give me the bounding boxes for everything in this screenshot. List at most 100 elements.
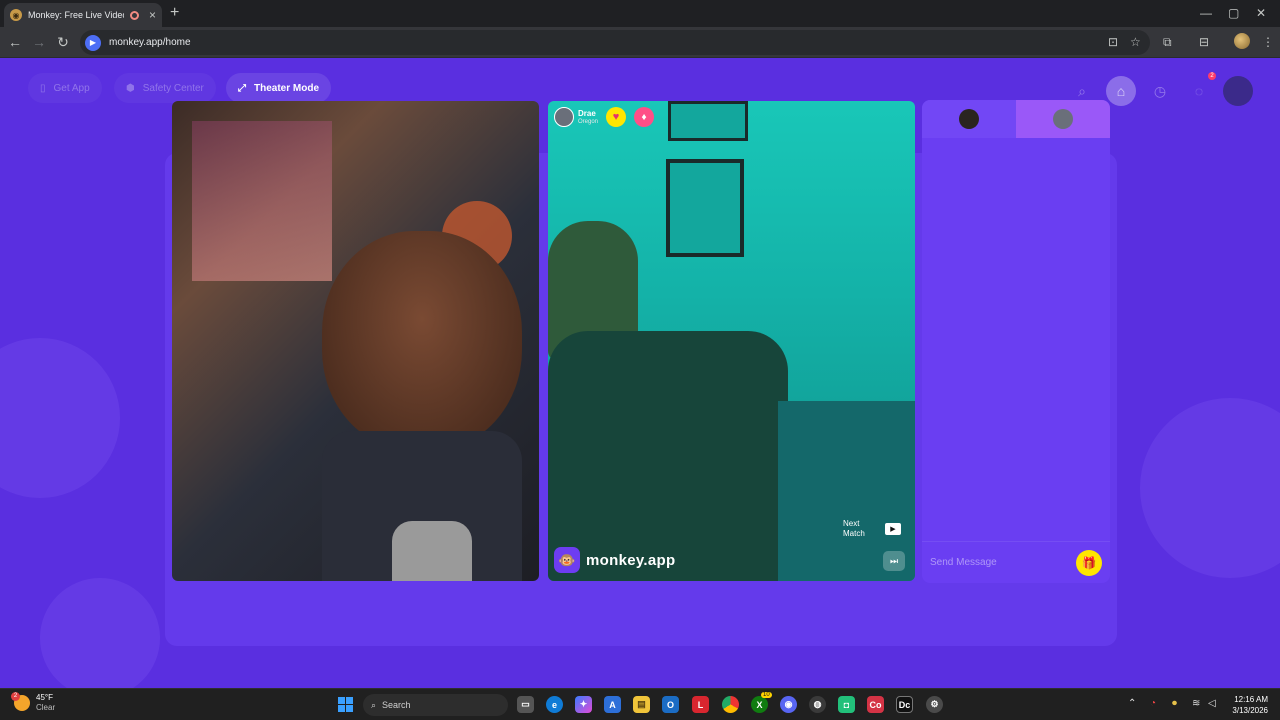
profile-avatar[interactable] — [1234, 33, 1250, 49]
close-window-button[interactable]: ✕ — [1256, 6, 1266, 20]
xbox-badge: 10 — [761, 692, 772, 698]
microphone-icon[interactable]: ⏺ — [1172, 697, 1177, 711]
weather-temp: 45°F — [36, 693, 53, 702]
expand-icon: ⤢ — [238, 82, 246, 94]
chat-panel: Send Message 🎁 — [922, 100, 1110, 583]
reload-icon[interactable]: ↻ — [54, 33, 72, 51]
weather-badge: 2 — [11, 692, 20, 701]
browser-menu-icon[interactable]: ⋮ — [1262, 35, 1274, 49]
brand-label: monkey.app — [586, 551, 676, 569]
edge-icon[interactable]: e — [546, 696, 563, 713]
monkey-watermark: 🐵 monkey.app — [554, 547, 675, 573]
taskbar-search-label: Search — [382, 700, 411, 710]
person-face — [322, 231, 522, 451]
theater-mode-label: Theater Mode — [254, 82, 320, 94]
xbox-icon[interactable]: X — [751, 696, 768, 713]
match-avatar — [1053, 109, 1073, 129]
tab-search-icon[interactable]: ⊟ — [1199, 35, 1209, 49]
task-view-icon[interactable]: ▭ — [517, 696, 534, 713]
browser-tab-strip: ◉ Monkey: Free Live Video Ch × + — ▢ ✕ — [0, 0, 1280, 27]
clock-date: 3/13/2026 — [1232, 706, 1268, 715]
restore-button[interactable]: ▢ — [1228, 6, 1239, 20]
start-button[interactable] — [338, 697, 353, 712]
install-app-icon[interactable]: ⊡ — [1108, 35, 1118, 49]
volume-icon[interactable]: ◁ — [1208, 697, 1216, 711]
address-bar[interactable]: ▶ monkey.app/home — [80, 30, 1150, 55]
match-user-name: Drae — [578, 108, 596, 118]
url-text: monkey.app/home — [109, 37, 191, 48]
copilot-icon[interactable]: ✦ — [575, 696, 592, 713]
tray-overflow-icon[interactable]: ⌃ — [1128, 697, 1136, 711]
system-clock[interactable]: 12:16 AM 3/13/2026 — [1226, 694, 1268, 716]
home-icon[interactable]: ⌂ — [1106, 76, 1136, 106]
send-message-input[interactable]: Send Message — [930, 557, 1076, 568]
app-l-icon[interactable]: L — [692, 696, 709, 713]
forward-icon[interactable]: → — [30, 33, 48, 51]
theater-mode-button[interactable]: ⤢ Theater Mode — [226, 73, 332, 103]
obs-icon[interactable]: ◍ — [809, 696, 826, 713]
chat-app-icon[interactable]: ◘ — [838, 696, 855, 713]
settings-gear-icon[interactable]: ⚙ — [926, 696, 943, 713]
wall-frame — [666, 159, 744, 257]
get-app-label: Get App — [53, 82, 90, 94]
chat-tab-self[interactable] — [922, 100, 1016, 138]
recording-icon — [129, 10, 139, 20]
windows-taskbar: 2 45°F Clear ⌕ Search ▭ e ✦ A ▤ O L X 10… — [0, 688, 1280, 720]
heart-icon[interactable]: ♥ — [606, 107, 627, 127]
tab-close-icon[interactable]: × — [149, 9, 156, 21]
new-tab-button[interactable]: + — [170, 5, 179, 21]
davinci-icon[interactable]: Dc — [896, 696, 913, 713]
play-icon: ▶ — [885, 523, 901, 535]
background-blob — [40, 578, 160, 688]
match-user-info[interactable]: Drae Oregon ♥ ♦ — [554, 107, 655, 127]
next-match-label: Next Match — [843, 519, 865, 538]
wifi-icon[interactable]: ≋ — [1192, 697, 1200, 711]
weather-widget[interactable]: 2 45°F Clear — [11, 692, 55, 713]
get-app-button[interactable]: ▯ Get App — [28, 73, 102, 103]
gift-icon[interactable]: 🎁 — [1076, 549, 1102, 576]
extensions-icon[interactable]: ⧉ — [1163, 35, 1172, 49]
wall-frame — [668, 101, 748, 141]
user-avatar[interactable] — [1223, 76, 1253, 106]
chat-tab-match[interactable] — [1016, 100, 1110, 138]
back-icon[interactable]: ← — [6, 33, 24, 51]
clock-time: 12:16 AM — [1234, 695, 1268, 704]
match-user-location: Oregon — [578, 118, 599, 125]
discord-icon[interactable]: ◉ — [780, 696, 797, 713]
phone-icon: ▯ — [40, 82, 46, 94]
self-video — [172, 101, 539, 581]
browser-tab[interactable]: ◉ Monkey: Free Live Video Ch × — [4, 3, 162, 27]
chrome-icon[interactable] — [722, 696, 739, 713]
next-match-button[interactable]: Next Match ▶ — [843, 519, 901, 539]
match-user-avatar — [554, 107, 574, 127]
person-body — [548, 331, 788, 581]
history-icon[interactable]: ◷ — [1145, 76, 1175, 106]
file-explorer-icon[interactable]: ▤ — [633, 696, 650, 713]
monkey-logo-icon: 🐵 — [554, 547, 580, 573]
safety-center-label: Safety Center — [142, 82, 204, 94]
browser-toolbar: ← → ↻ ▶ monkey.app/home ⊡ ☆ ⧉ ⊟ ⋮ — [0, 27, 1280, 58]
poster-artwork — [192, 121, 332, 281]
messages-icon[interactable]: ◌ — [1184, 76, 1214, 106]
tray-app-icon[interactable]: ◔ — [1150, 697, 1156, 711]
outlook-icon[interactable]: O — [662, 696, 679, 713]
weather-sun-icon: 2 — [11, 692, 30, 711]
chat-tabs — [922, 100, 1110, 138]
minimize-button[interactable]: — — [1200, 6, 1212, 20]
bookmark-star-icon[interactable]: ☆ — [1130, 35, 1141, 49]
skip-button[interactable]: ⏭ — [883, 551, 905, 571]
match-video: Drae Oregon ♥ ♦ 🐵 monkey.app Next Match … — [548, 101, 915, 581]
monkey-favicon-icon: ◉ — [10, 9, 22, 21]
background-blob — [0, 338, 120, 498]
background-blob — [1140, 398, 1280, 578]
taskbar-search[interactable]: ⌕ Search — [363, 694, 508, 716]
capcut-icon[interactable]: Co — [867, 696, 884, 713]
site-info-icon[interactable]: ▶ — [85, 34, 101, 51]
self-avatar — [959, 109, 979, 129]
visual-studio-icon[interactable]: A — [604, 696, 621, 713]
shield-icon: ⬢ — [126, 82, 135, 94]
gift-badge-icon[interactable]: ♦ — [634, 107, 655, 127]
microphone — [392, 521, 472, 581]
safety-center-button[interactable]: ⬢ Safety Center — [114, 73, 216, 103]
search-icon: ⌕ — [371, 699, 377, 710]
